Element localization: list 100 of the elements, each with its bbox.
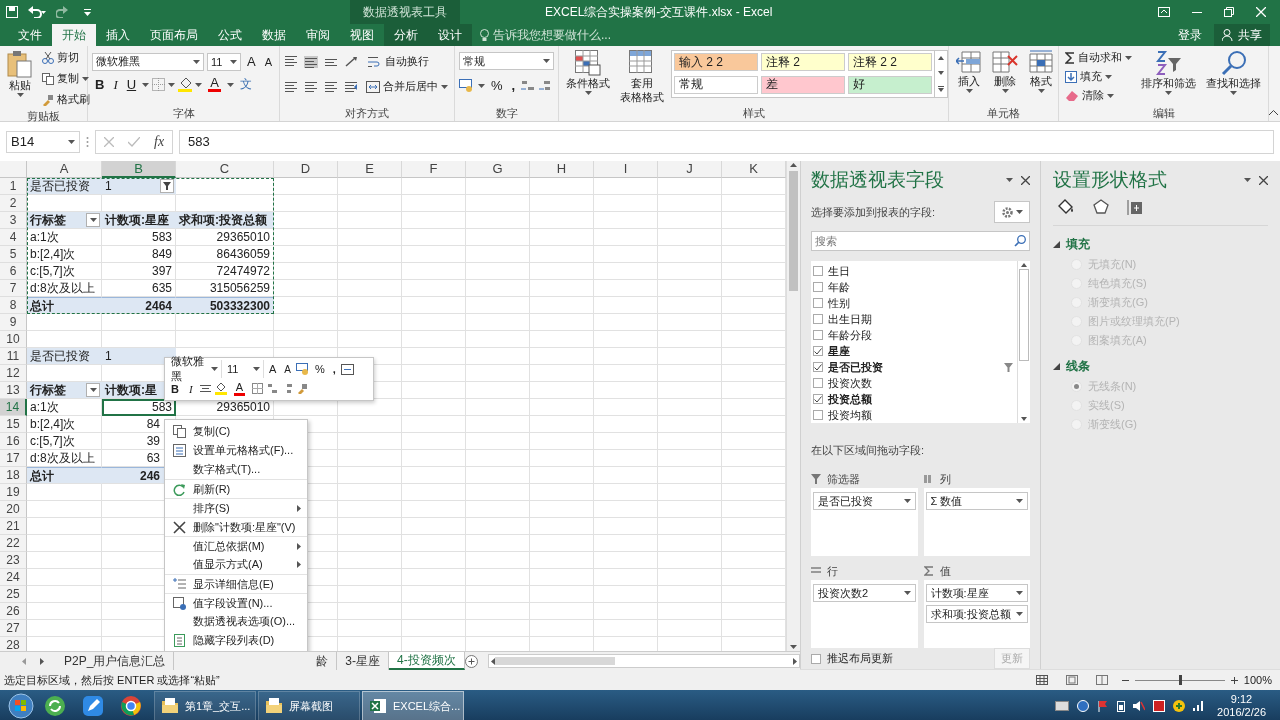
table-cell[interactable] [274, 195, 338, 212]
row-header[interactable]: 22 [0, 535, 27, 552]
table-cell[interactable]: b:[2,4]次 [27, 246, 102, 263]
decrease-indent-icon[interactable] [344, 80, 358, 93]
table-cell[interactable] [530, 518, 594, 535]
cell-style-swatch[interactable]: 好 [848, 75, 932, 94]
underline-button[interactable]: U [123, 75, 140, 94]
table-cell[interactable] [274, 212, 338, 229]
collapse-ribbon-icon[interactable] [1269, 110, 1278, 115]
table-cell[interactable] [530, 569, 594, 586]
borders-icon[interactable] [251, 383, 263, 394]
italic-button[interactable]: I [185, 380, 196, 397]
close-icon[interactable] [1259, 175, 1268, 185]
table-cell[interactable] [530, 314, 594, 331]
table-cell[interactable]: 849 [102, 246, 176, 263]
field-checkbox[interactable] [813, 330, 823, 340]
table-cell[interactable] [338, 620, 402, 637]
table-cell[interactable] [402, 178, 466, 195]
share-button[interactable]: 共享 [1214, 24, 1270, 46]
table-cell[interactable] [402, 382, 466, 399]
table-cell[interactable] [402, 535, 466, 552]
table-cell[interactable] [338, 450, 402, 467]
search-field[interactable]: 搜索 [811, 231, 1030, 251]
table-cell[interactable] [466, 501, 530, 518]
percent-button[interactable]: % [488, 76, 506, 95]
table-cell[interactable] [594, 314, 658, 331]
table-cell[interactable] [338, 416, 402, 433]
table-cell[interactable] [530, 450, 594, 467]
horizontal-scrollbar[interactable] [487, 654, 800, 668]
row-header[interactable]: 14 [0, 399, 27, 416]
cell-style-swatch[interactable]: 注释 2 [761, 53, 845, 71]
defer-checkbox[interactable] [811, 653, 821, 664]
row-header[interactable]: 4 [0, 229, 27, 246]
table-cell[interactable] [594, 552, 658, 569]
scroll-down-icon[interactable] [938, 71, 944, 75]
scroll-left-icon[interactable] [22, 657, 26, 665]
table-cell[interactable] [402, 314, 466, 331]
insert-function-button[interactable]: fx [154, 133, 165, 150]
table-cell[interactable] [658, 467, 722, 484]
table-cell[interactable] [594, 195, 658, 212]
table-cell[interactable] [338, 552, 402, 569]
table-cell[interactable] [466, 399, 530, 416]
increase-decimal-icon[interactable] [266, 383, 278, 394]
table-cell[interactable] [658, 297, 722, 314]
table-cell[interactable] [530, 467, 594, 484]
autosum-button[interactable]: 自动求和 [1063, 48, 1134, 67]
row-header[interactable]: 21 [0, 518, 27, 535]
normal-view-icon[interactable] [1035, 675, 1048, 685]
copy-button[interactable]: 复制 [40, 69, 92, 88]
ribbon-tab[interactable]: 视图 [340, 24, 384, 46]
table-cell[interactable] [402, 603, 466, 620]
table-cell[interactable] [658, 314, 722, 331]
vertical-scrollbar[interactable] [786, 161, 800, 651]
field-checkbox[interactable] [813, 378, 823, 388]
table-cell[interactable] [338, 569, 402, 586]
table-cell[interactable]: 29365010 [176, 229, 274, 246]
page-break-icon[interactable] [1095, 675, 1108, 685]
select-all-corner[interactable] [0, 161, 27, 178]
table-cell[interactable] [594, 416, 658, 433]
table-cell[interactable] [594, 484, 658, 501]
table-cell[interactable] [594, 297, 658, 314]
ribbon-tab[interactable]: 数据 [252, 24, 296, 46]
table-cell[interactable] [658, 603, 722, 620]
table-cell[interactable] [530, 484, 594, 501]
scrollbar-thumb[interactable] [789, 171, 798, 291]
ribbon-tab[interactable]: 设计 [428, 24, 472, 46]
row-header[interactable]: 11 [0, 348, 27, 365]
comma-button[interactable]: , [329, 360, 339, 378]
table-cell[interactable] [530, 586, 594, 603]
row-header[interactable]: 15 [0, 416, 27, 433]
table-cell[interactable] [402, 399, 466, 416]
table-cell[interactable] [466, 365, 530, 382]
accounting-icon[interactable] [296, 363, 310, 375]
table-cell[interactable] [594, 569, 658, 586]
row-header[interactable]: 25 [0, 586, 27, 603]
table-cell[interactable] [530, 399, 594, 416]
page-layout-icon[interactable] [1065, 675, 1078, 685]
menu-item[interactable]: 显示详细信息(E) [165, 574, 307, 593]
drop-area[interactable]: 计数项:星座 求和项:投资总额 [923, 580, 1030, 648]
table-cell[interactable] [466, 212, 530, 229]
orientation-icon[interactable] [344, 55, 360, 68]
font-color-button[interactable]: A [205, 75, 224, 94]
table-cell[interactable] [402, 450, 466, 467]
table-cell[interactable] [658, 535, 722, 552]
save-icon[interactable] [6, 6, 18, 18]
customize-icon[interactable] [84, 8, 91, 16]
table-cell[interactable] [274, 331, 338, 348]
row-header[interactable]: 1 [0, 178, 27, 195]
table-cell[interactable] [274, 229, 338, 246]
align-center-icon[interactable] [304, 80, 318, 93]
table-cell[interactable] [274, 297, 338, 314]
table-cell[interactable] [594, 586, 658, 603]
scrollbar-thumb[interactable] [494, 657, 615, 665]
table-cell[interactable] [338, 297, 402, 314]
table-cell[interactable] [466, 382, 530, 399]
row-header[interactable]: 16 [0, 433, 27, 450]
column-header[interactable]: J [658, 161, 722, 178]
table-cell[interactable] [402, 365, 466, 382]
field-chip[interactable]: 计数项:星座 [925, 584, 1028, 602]
table-cell[interactable] [658, 484, 722, 501]
